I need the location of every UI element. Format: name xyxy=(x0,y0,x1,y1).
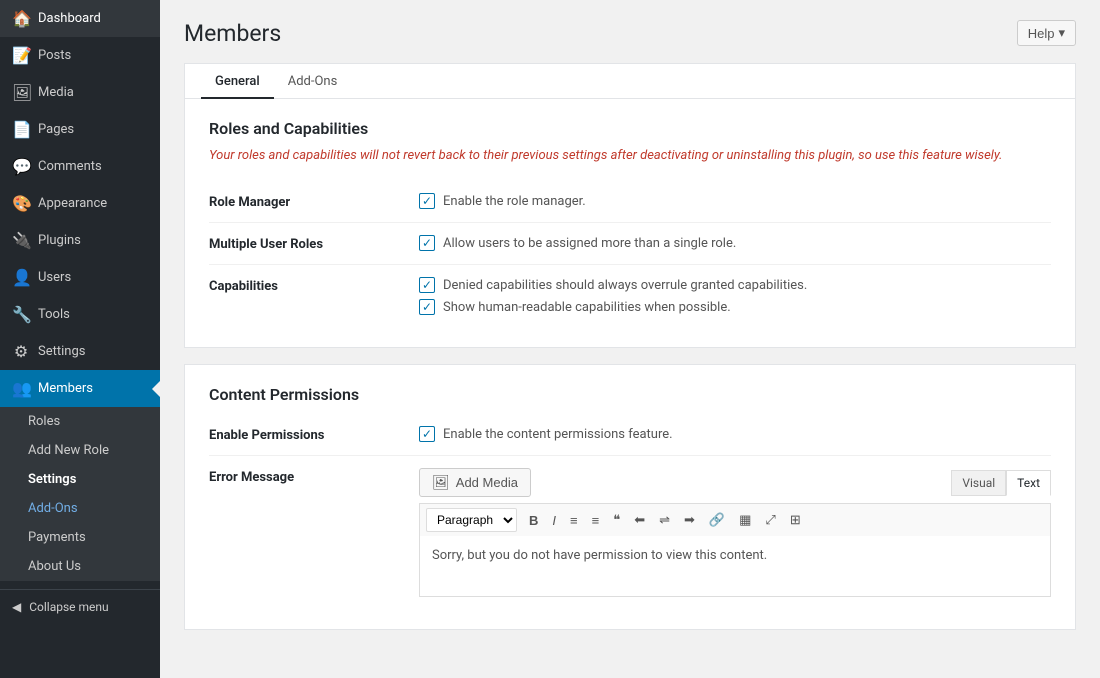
toolbar-ul[interactable]: ≡ xyxy=(564,509,584,532)
users-icon: 👤 xyxy=(12,268,30,287)
sidebar-item-members[interactable]: 👥 Members xyxy=(0,370,160,407)
page-header: Members Help ▾ xyxy=(184,20,1076,47)
toolbar-bold[interactable]: B xyxy=(523,509,544,532)
media-icon: 🖼 xyxy=(12,83,30,102)
members-icon: 👥 xyxy=(12,379,30,398)
field-control-enable-permissions: ✓ Enable the content permissions feature… xyxy=(419,426,1051,442)
checkbox-denied-overrule[interactable]: ✓ xyxy=(419,277,435,293)
visual-text-tabs: Visual Text xyxy=(951,470,1051,496)
settings-icon: ⚙ xyxy=(12,342,30,361)
dashboard-icon: 🏠 xyxy=(12,9,30,28)
checkbox-enable-role-manager[interactable]: ✓ xyxy=(419,193,435,209)
field-label-enable-permissions: Enable Permissions xyxy=(209,426,419,443)
posts-icon: 📝 xyxy=(12,46,30,65)
sidebar-item-pages[interactable]: 📄 Pages xyxy=(0,111,160,148)
pages-icon: 📄 xyxy=(12,120,30,139)
field-row-error-message: Error Message 🖼 Add Media Visual Text xyxy=(209,455,1051,609)
field-row-enable-permissions: Enable Permissions ✓ Enable the content … xyxy=(209,414,1051,455)
toolbar-grid[interactable]: ⊞ xyxy=(784,508,807,532)
tab-text[interactable]: Text xyxy=(1006,470,1051,496)
field-control-role-manager: ✓ Enable the role manager. xyxy=(419,193,1051,209)
checkbox-enable-content-permissions[interactable]: ✓ xyxy=(419,426,435,442)
add-media-icon: 🖼 xyxy=(432,474,450,491)
toolbar-table[interactable]: ▦ xyxy=(733,508,757,532)
members-submenu: Roles Add New Role Settings Add-Ons Paym… xyxy=(0,407,160,581)
main-content: Members Help ▾ General Add-Ons Roles and… xyxy=(160,0,1100,678)
toolbar-align-center[interactable]: ⇌ xyxy=(653,508,676,532)
active-arrow xyxy=(152,381,160,397)
checkbox-line-enable-role-manager[interactable]: ✓ Enable the role manager. xyxy=(419,193,1051,209)
field-label-role-manager: Role Manager xyxy=(209,193,419,210)
sidebar-item-posts[interactable]: 📝 Posts xyxy=(0,37,160,74)
field-control-multiple-user-roles: ✓ Allow users to be assigned more than a… xyxy=(419,235,1051,251)
sidebar-item-appearance[interactable]: 🎨 Appearance xyxy=(0,185,160,222)
checkbox-line-enable-content[interactable]: ✓ Enable the content permissions feature… xyxy=(419,426,1051,442)
sidebar-item-comments[interactable]: 💬 Comments xyxy=(0,148,160,185)
editor-header: 🖼 Add Media Visual Text xyxy=(419,468,1051,497)
toolbar-align-right[interactable]: ➡ xyxy=(678,508,701,532)
toolbar-ol[interactable]: ≡ xyxy=(586,509,606,532)
sidebar-item-settings[interactable]: ⚙ Settings xyxy=(0,333,160,370)
field-label-error-message: Error Message xyxy=(209,468,419,485)
field-row-multiple-user-roles: Multiple User Roles ✓ Allow users to be … xyxy=(209,222,1051,264)
page-title: Members xyxy=(184,20,281,47)
roles-capabilities-notice: Your roles and capabilities will not rev… xyxy=(209,148,1051,163)
tab-visual[interactable]: Visual xyxy=(951,470,1006,496)
submenu-item-payments[interactable]: Payments xyxy=(0,523,160,552)
content-permissions-section: Content Permissions Enable Permissions ✓… xyxy=(184,364,1076,630)
field-control-capabilities: ✓ Denied capabilities should always over… xyxy=(419,277,1051,315)
toolbar-align-left[interactable]: ⬅ xyxy=(628,508,651,532)
editor-content[interactable]: Sorry, but you do not have permission to… xyxy=(420,536,1050,596)
content-permissions-title: Content Permissions xyxy=(209,385,1051,404)
comments-icon: 💬 xyxy=(12,157,30,176)
sidebar-item-tools[interactable]: 🔧 Tools xyxy=(0,296,160,333)
sidebar-item-dashboard[interactable]: 🏠 Dashboard xyxy=(0,0,160,37)
tab-general[interactable]: General xyxy=(201,64,274,99)
field-row-role-manager: Role Manager ✓ Enable the role manager. xyxy=(209,181,1051,222)
tools-icon: 🔧 xyxy=(12,305,30,324)
collapse-menu-item[interactable]: ◀ Collapse menu xyxy=(0,589,160,623)
roles-capabilities-title: Roles and Capabilities xyxy=(209,119,1051,138)
field-label-capabilities: Capabilities xyxy=(209,277,419,294)
sidebar-item-plugins[interactable]: 🔌 Plugins xyxy=(0,222,160,259)
field-row-capabilities: Capabilities ✓ Denied capabilities shoul… xyxy=(209,264,1051,327)
field-control-error-message: 🖼 Add Media Visual Text Paragraph B I ≡ xyxy=(419,468,1051,597)
sidebar-menu: 🏠 Dashboard 📝 Posts 🖼 Media 📄 Pages 💬 Co… xyxy=(0,0,160,581)
sidebar-item-media[interactable]: 🖼 Media xyxy=(0,74,160,111)
paragraph-select[interactable]: Paragraph xyxy=(426,508,517,532)
checkbox-multiple-roles[interactable]: ✓ xyxy=(419,235,435,251)
checkbox-line-multiple-roles[interactable]: ✓ Allow users to be assigned more than a… xyxy=(419,235,1051,251)
submenu-item-roles[interactable]: Roles xyxy=(0,407,160,436)
sidebar-item-users[interactable]: 👤 Users xyxy=(0,259,160,296)
collapse-icon: ◀ xyxy=(12,600,21,614)
tab-add-ons[interactable]: Add-Ons xyxy=(274,64,352,99)
toolbar-link[interactable]: 🔗 xyxy=(703,508,731,532)
submenu-item-add-new-role[interactable]: Add New Role xyxy=(0,436,160,465)
appearance-icon: 🎨 xyxy=(12,194,30,213)
toolbar-italic[interactable]: I xyxy=(546,509,562,532)
submenu-item-settings[interactable]: Settings xyxy=(0,465,160,494)
roles-capabilities-section: Roles and Capabilities Your roles and ca… xyxy=(184,98,1076,348)
help-button[interactable]: Help ▾ xyxy=(1017,20,1076,46)
sidebar: 🏠 Dashboard 📝 Posts 🖼 Media 📄 Pages 💬 Co… xyxy=(0,0,160,678)
checkbox-line-denied-overrule[interactable]: ✓ Denied capabilities should always over… xyxy=(419,277,1051,293)
checkbox-human-readable[interactable]: ✓ xyxy=(419,299,435,315)
chevron-down-icon: ▾ xyxy=(1058,25,1065,41)
plugins-icon: 🔌 xyxy=(12,231,30,250)
submenu-item-add-ons[interactable]: Add-Ons xyxy=(0,494,160,523)
toolbar-fullscreen[interactable]: ⤢ xyxy=(759,508,781,532)
editor-toolbar: Paragraph B I ≡ ≡ ❝ ⬅ ⇌ ➡ 🔗 ▦ ⤢ ⊞ xyxy=(419,503,1051,536)
field-label-multiple-user-roles: Multiple User Roles xyxy=(209,235,419,252)
editor-wrap: Sorry, but you do not have permission to… xyxy=(419,536,1051,597)
tabs-container: General Add-Ons xyxy=(184,63,1076,98)
toolbar-blockquote[interactable]: ❝ xyxy=(607,508,626,532)
submenu-item-about-us[interactable]: About Us xyxy=(0,552,160,581)
add-media-button[interactable]: 🖼 Add Media xyxy=(419,468,531,497)
checkbox-line-human-readable[interactable]: ✓ Show human-readable capabilities when … xyxy=(419,299,1051,315)
